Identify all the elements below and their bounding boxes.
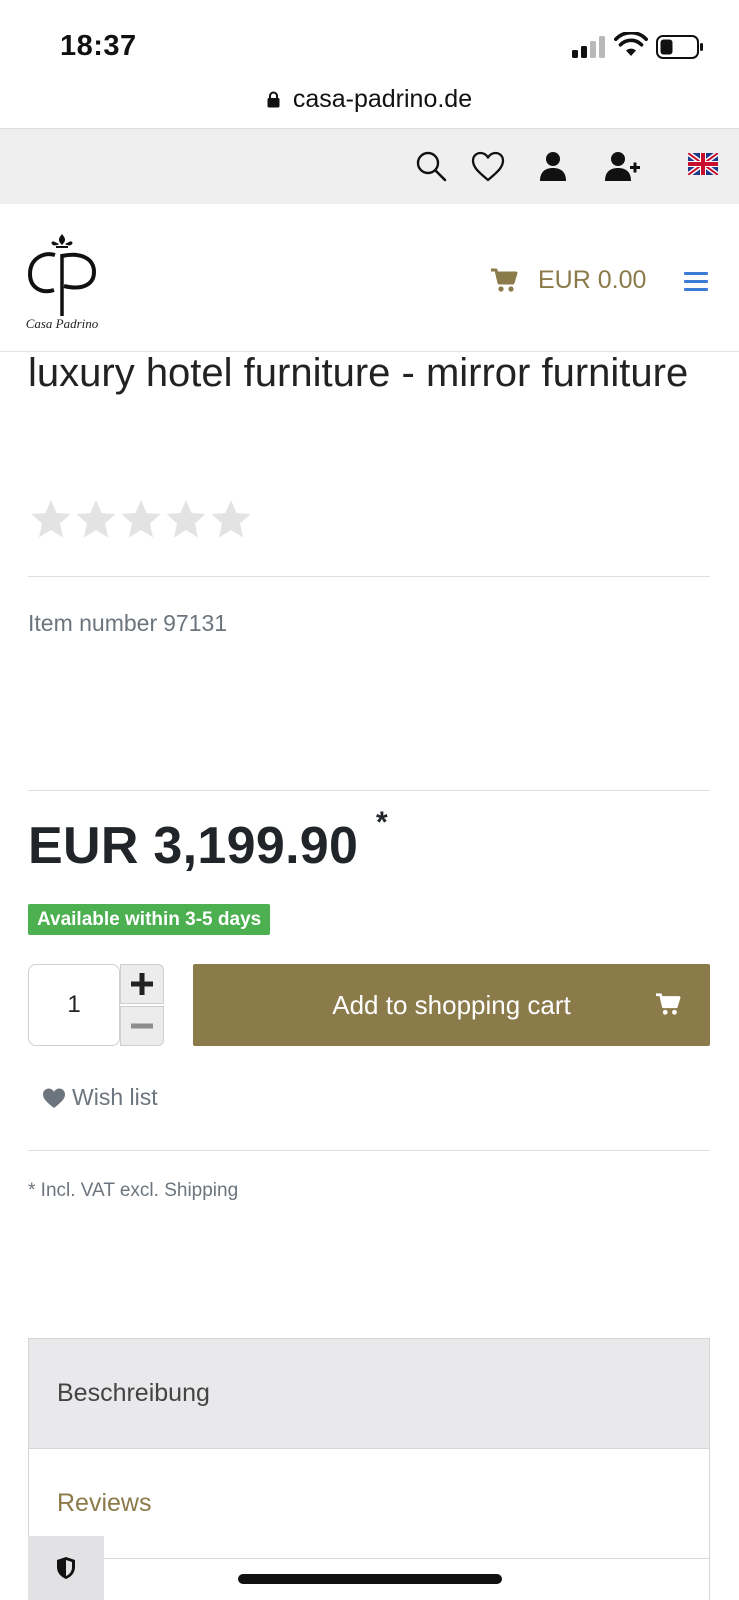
casa-padrino-logo[interactable]: Casa Padrino	[22, 228, 102, 332]
uk-flag-icon[interactable]	[688, 153, 718, 175]
tab-description[interactable]: Beschreibung	[29, 1339, 709, 1449]
cart-total: EUR 0.00	[538, 265, 647, 294]
plus-icon	[131, 973, 153, 995]
tab-reviews-label: Reviews	[57, 1489, 152, 1517]
battery-icon	[656, 35, 703, 59]
rating-stars[interactable]	[30, 498, 252, 540]
quantity-input[interactable]	[28, 964, 120, 1046]
site-header: Casa Padrino EUR 0.00	[0, 204, 739, 352]
heart-icon[interactable]	[470, 149, 506, 185]
hamburger-menu-icon[interactable]	[684, 272, 708, 292]
status-time: 18:37	[60, 30, 137, 62]
quantity-increase-button[interactable]	[120, 964, 164, 1004]
user-icon[interactable]	[535, 149, 571, 185]
cart-icon	[656, 993, 681, 1015]
item-number: Item number 97131	[28, 610, 227, 637]
tab-reviews[interactable]: Reviews	[29, 1449, 709, 1559]
quantity-decrease-button[interactable]	[120, 1006, 164, 1046]
star-icon	[76, 500, 116, 538]
add-to-cart-button[interactable]: Add to shopping cart	[193, 964, 710, 1046]
star-icon	[31, 500, 71, 538]
tab-description-label: Beschreibung	[57, 1379, 210, 1407]
svg-text:Casa Padrino: Casa Padrino	[26, 316, 99, 331]
heart-icon	[43, 1088, 65, 1108]
home-indicator	[238, 1574, 502, 1584]
item-number-label: Item number	[28, 610, 158, 636]
minus-icon	[131, 1023, 153, 1029]
top-toolbar	[0, 128, 739, 204]
search-icon[interactable]	[414, 149, 450, 185]
status-bar: 18:37	[0, 0, 739, 88]
vat-note: * Incl. VAT excl. Shipping	[28, 1180, 239, 1201]
header-cart[interactable]: EUR 0.00	[490, 260, 646, 300]
star-icon	[211, 500, 251, 538]
add-to-cart-label: Add to shopping cart	[332, 990, 571, 1020]
star-icon	[121, 500, 161, 538]
item-number-value: 97131	[163, 610, 228, 636]
address-bar[interactable]: casa-padrino.de	[0, 84, 739, 128]
shield-icon	[57, 1557, 75, 1579]
wishlist-label: Wish list	[72, 1084, 158, 1110]
user-plus-icon[interactable]	[604, 149, 640, 185]
privacy-settings-button[interactable]	[28, 1536, 104, 1600]
product-title-container: bar cabinet stainless steel mirrored - l…	[28, 340, 718, 470]
cart-icon	[491, 268, 518, 292]
lock-icon	[267, 91, 280, 108]
availability-badge: Available within 3-5 days	[28, 904, 271, 935]
cellular-signal-icon	[572, 34, 606, 58]
price-footnote-mark: *	[376, 806, 388, 839]
url-text: casa-padrino.de	[292, 84, 473, 113]
divider	[28, 1150, 710, 1151]
product-price: EUR 3,199.90	[28, 817, 359, 875]
divider	[28, 790, 710, 791]
product-tabs: Beschreibung Reviews	[28, 1338, 710, 1600]
wishlist-link[interactable]: Wish list	[42, 1084, 158, 1111]
star-icon	[166, 500, 206, 538]
product-title: bar cabinet stainless steel mirrored - l…	[28, 340, 689, 395]
wifi-icon	[614, 32, 648, 56]
divider	[28, 576, 710, 577]
